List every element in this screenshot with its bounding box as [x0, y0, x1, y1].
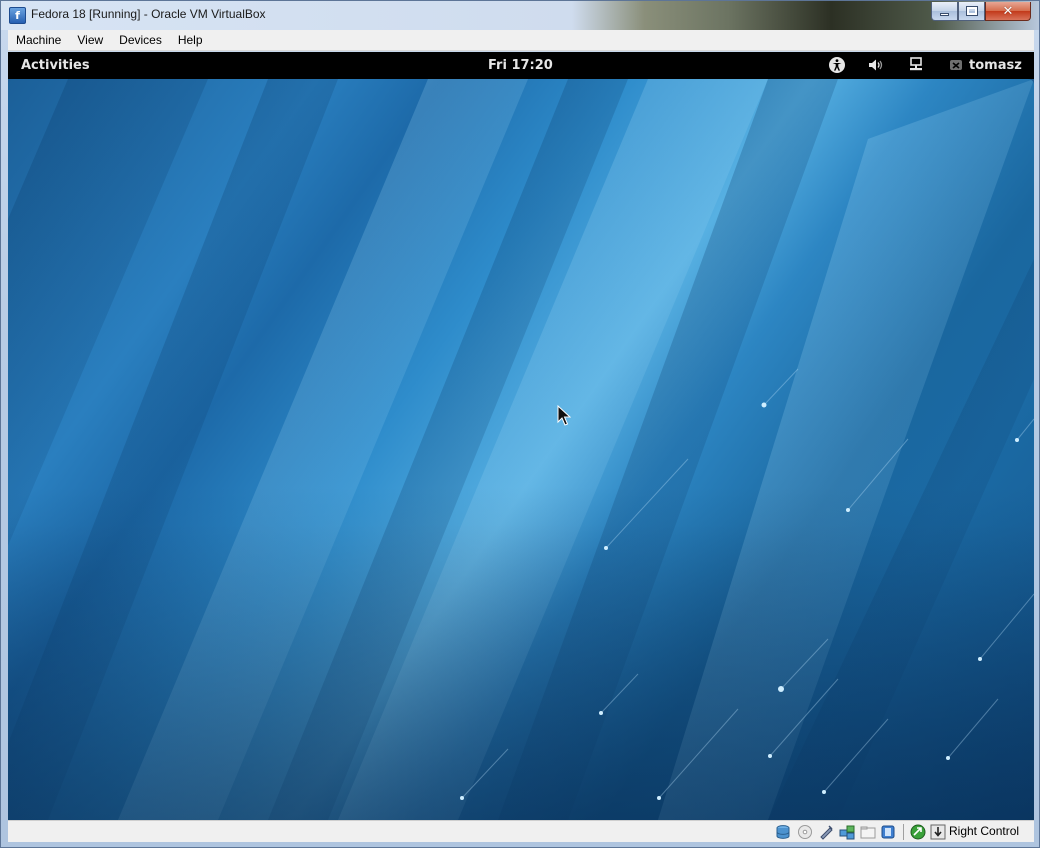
vbox-menubar: Machine View Devices Help	[8, 30, 1034, 51]
window-titlebar[interactable]: f Fedora 18 [Running] - Oracle VM Virtua…	[1, 1, 1039, 30]
menu-devices[interactable]: Devices	[111, 30, 170, 51]
mouse-integration-icon[interactable]	[910, 824, 926, 840]
fedora-wallpaper[interactable]	[8, 79, 1034, 820]
video-capture-icon[interactable]	[880, 824, 896, 840]
network-wired-icon[interactable]	[907, 56, 925, 74]
shared-folders-icon[interactable]	[860, 824, 876, 840]
close-icon: ✕	[1002, 3, 1014, 19]
menu-view[interactable]: View	[69, 30, 111, 51]
maximize-button[interactable]	[958, 2, 985, 21]
accessibility-icon[interactable]	[828, 56, 846, 74]
menu-help[interactable]: Help	[170, 30, 211, 51]
minimize-icon	[940, 12, 949, 16]
caption-buttons: ✕	[931, 2, 1031, 21]
usb-icon[interactable]	[818, 824, 834, 840]
panel-clock[interactable]: Fri 17:20	[488, 58, 553, 73]
close-button[interactable]: ✕	[985, 2, 1031, 21]
user-status-offline-icon[interactable]	[947, 56, 965, 74]
network-adapter-icon[interactable]	[839, 824, 855, 840]
gnome-top-panel: Activities Fri 17:20 tomasz	[8, 52, 1034, 79]
virtualbox-window: f Fedora 18 [Running] - Oracle VM Virtua…	[0, 0, 1040, 848]
minimize-button[interactable]	[931, 2, 958, 21]
mouse-pointer-icon	[557, 405, 571, 426]
virtualbox-app-icon: f	[9, 7, 26, 24]
menu-machine[interactable]: Machine	[8, 30, 69, 51]
optical-drive-icon[interactable]	[797, 824, 813, 840]
wallpaper-streaks	[8, 79, 1034, 820]
user-menu[interactable]: tomasz	[969, 58, 1022, 73]
window-title: Fedora 18 [Running] - Oracle VM VirtualB…	[31, 7, 266, 21]
statusbar-separator	[903, 824, 904, 840]
volume-icon[interactable]	[867, 56, 885, 74]
vbox-statusbar: Right Control	[8, 820, 1034, 842]
activities-button[interactable]: Activities	[21, 58, 90, 73]
host-key-label: Right Control	[949, 824, 1020, 838]
maximize-icon	[965, 6, 978, 16]
hard-disk-icon[interactable]	[775, 824, 791, 840]
host-key-arrow-icon	[930, 824, 946, 840]
guest-screen[interactable]: Activities Fri 17:20 tomasz	[8, 52, 1034, 820]
